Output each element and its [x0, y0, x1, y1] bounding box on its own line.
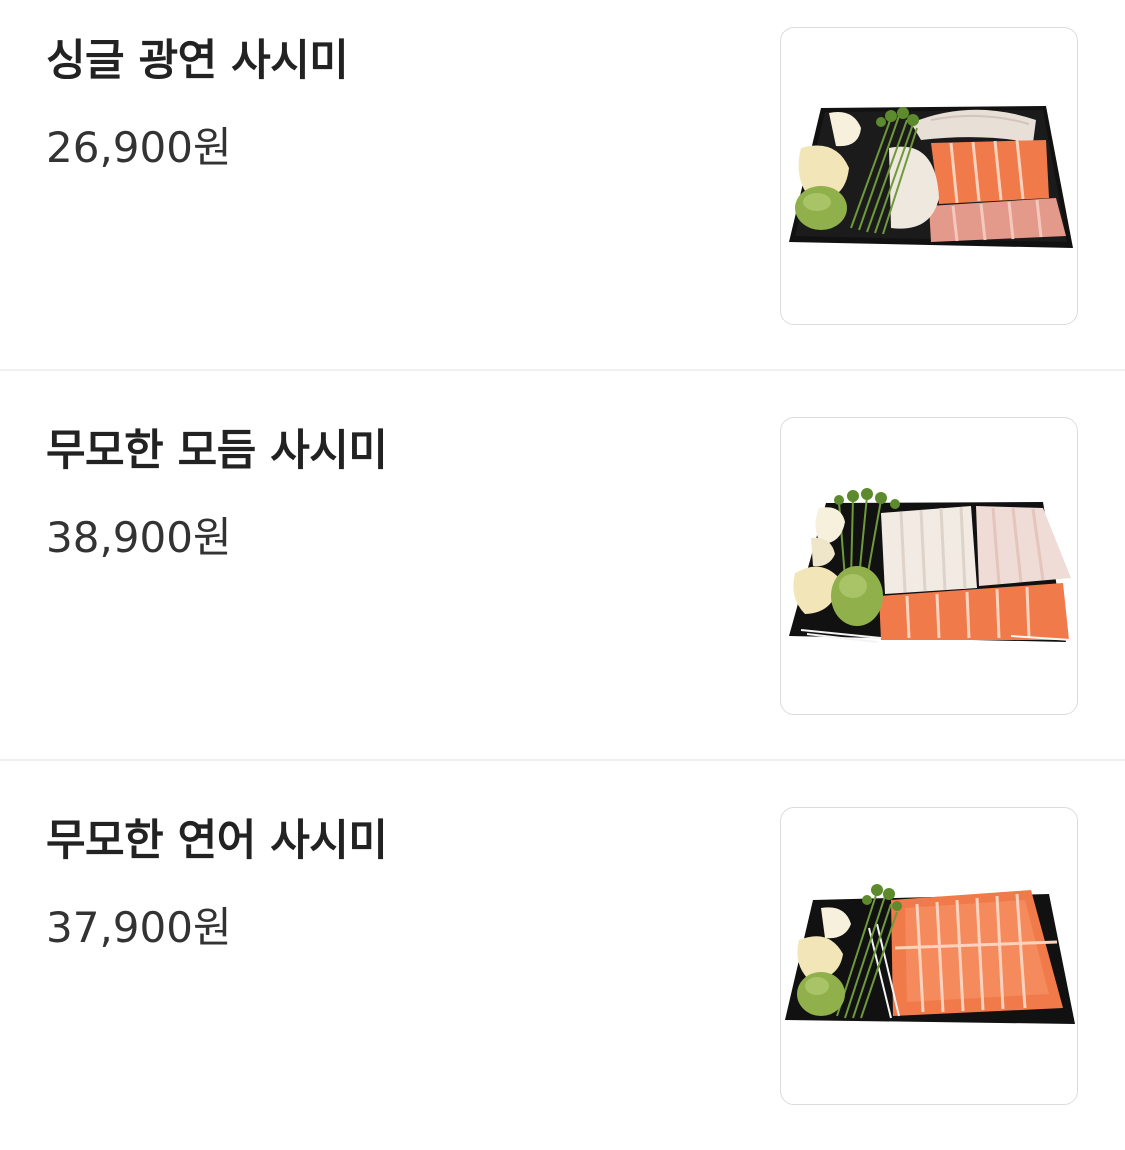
- menu-item-price: 37,900원: [46, 903, 232, 952]
- assorted-sashimi-platter-image: [789, 488, 1072, 643]
- salmon-sashimi-platter-image: [785, 884, 1075, 1024]
- menu-item-single-sashimi[interactable]: 싱글 광연 사시미 26,900원: [0, 0, 1125, 370]
- menu-list: 싱글 광연 사시미 26,900원 무모한 모듬 사시미 38,900원 무모한…: [0, 0, 1125, 1125]
- menu-item-thumbnail[interactable]: [780, 807, 1078, 1105]
- menu-item-name: 싱글 광연 사시미: [46, 36, 349, 86]
- menu-item-thumbnail[interactable]: [780, 27, 1078, 325]
- divider: [0, 759, 1125, 761]
- menu-item-salmon-sashimi[interactable]: 무모한 연어 사시미 37,900원: [0, 780, 1125, 1150]
- menu-item-price: 26,900원: [46, 123, 232, 172]
- single-sashimi-platter-image: [789, 106, 1073, 248]
- divider: [0, 369, 1125, 371]
- menu-item-thumbnail[interactable]: [780, 417, 1078, 715]
- menu-item-name: 무모한 연어 사시미: [46, 816, 388, 866]
- menu-item-name: 무모한 모듬 사시미: [46, 426, 388, 476]
- menu-item-assorted-sashimi[interactable]: 무모한 모듬 사시미 38,900원: [0, 390, 1125, 760]
- menu-item-price: 38,900원: [46, 513, 232, 562]
